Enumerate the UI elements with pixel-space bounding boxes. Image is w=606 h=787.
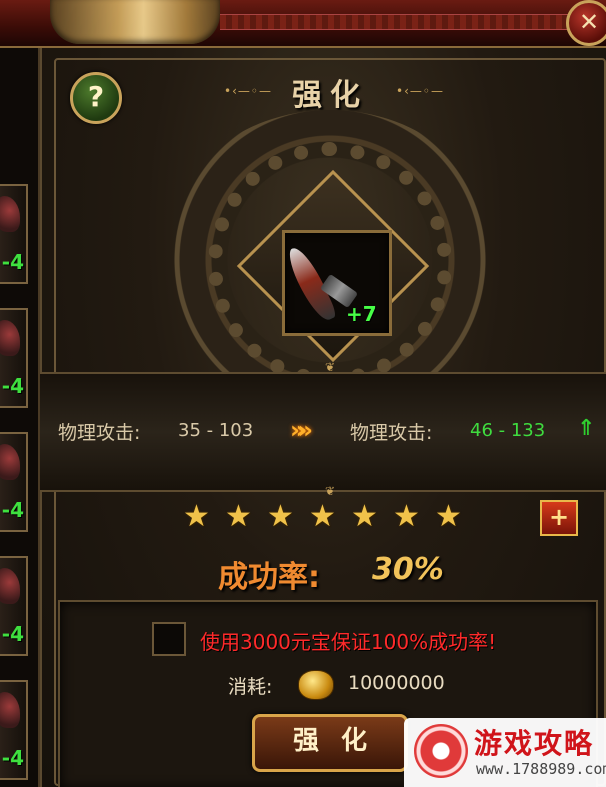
star-icon: ★ bbox=[183, 499, 210, 534]
star-icon: ★ bbox=[393, 499, 420, 534]
item-level: -4 bbox=[1, 498, 24, 522]
item-list: -4 -4 -4 -4 -4 bbox=[0, 48, 40, 787]
arrow-right-icon: »» bbox=[290, 416, 313, 444]
help-button[interactable]: ? bbox=[70, 72, 122, 124]
item-icon bbox=[0, 320, 20, 356]
next-stat-label: 物理攻击: bbox=[350, 422, 433, 444]
item-icon bbox=[0, 692, 20, 728]
stats-ornament-bottom: ❦ bbox=[324, 484, 336, 498]
list-item[interactable]: -4 bbox=[0, 556, 28, 656]
top-bar bbox=[0, 0, 606, 48]
guarantee-text: 使用3000元宝保证100%成功率! bbox=[200, 630, 497, 654]
item-icon bbox=[0, 568, 20, 604]
star-icon: ★ bbox=[267, 499, 294, 534]
item-enhance-level: +7 bbox=[346, 302, 377, 326]
top-stripe bbox=[220, 14, 570, 30]
stats-ornament-top: ❦ bbox=[324, 360, 336, 374]
watermark-title: 游戏攻略 bbox=[474, 727, 595, 760]
item-level: -4 bbox=[1, 622, 24, 646]
list-item[interactable]: -4 bbox=[0, 308, 28, 408]
list-item[interactable]: -4 bbox=[0, 184, 28, 284]
list-item[interactable]: -4 bbox=[0, 432, 28, 532]
item-level: -4 bbox=[1, 374, 24, 398]
title-ornament-left: •‹—◦— bbox=[224, 84, 272, 98]
star-icon: ★ bbox=[225, 499, 252, 534]
close-button[interactable]: ✕ bbox=[566, 0, 606, 46]
title-ornament-right: •‹—◦— bbox=[396, 84, 444, 98]
current-stat-value: 35 - 103 bbox=[178, 420, 254, 441]
success-rate-label: 成功率: bbox=[218, 560, 320, 595]
gold-coin-icon bbox=[298, 670, 334, 700]
add-star-button[interactable]: + bbox=[540, 500, 578, 536]
enhance-window: ✕ -4 -4 -4 -4 -4 ? •‹—◦— 强化 •‹—◦— +7 ❦ ❦… bbox=[0, 0, 606, 787]
list-item[interactable]: -4 bbox=[0, 680, 28, 780]
dragon-ornament bbox=[50, 0, 220, 44]
item-level: -4 bbox=[1, 746, 24, 770]
panel-title: 强化 bbox=[292, 78, 368, 113]
item-icon bbox=[0, 196, 20, 232]
cost-value: 10000000 bbox=[348, 672, 445, 694]
star-rating: ★ ★ ★ ★ ★ ★ ★ bbox=[180, 500, 470, 536]
enhance-button[interactable]: 强化 bbox=[252, 714, 408, 772]
watermark-url: www.1788989.com bbox=[476, 760, 606, 778]
guarantee-checkbox[interactable] bbox=[152, 622, 186, 656]
gamepad-logo-icon bbox=[414, 724, 468, 778]
close-icon: ✕ bbox=[578, 8, 600, 36]
item-icon bbox=[0, 444, 20, 480]
star-icon: ★ bbox=[435, 499, 462, 534]
next-stat-value: 46 - 133 bbox=[470, 420, 546, 441]
item-level: -4 bbox=[1, 250, 24, 274]
current-stat-label: 物理攻击: bbox=[58, 422, 141, 444]
star-icon: ★ bbox=[351, 499, 378, 534]
arrow-up-icon: ⇑ bbox=[577, 416, 596, 441]
cost-label: 消耗: bbox=[228, 676, 273, 698]
star-icon: ★ bbox=[309, 499, 336, 534]
success-rate-value: 30% bbox=[372, 552, 444, 587]
